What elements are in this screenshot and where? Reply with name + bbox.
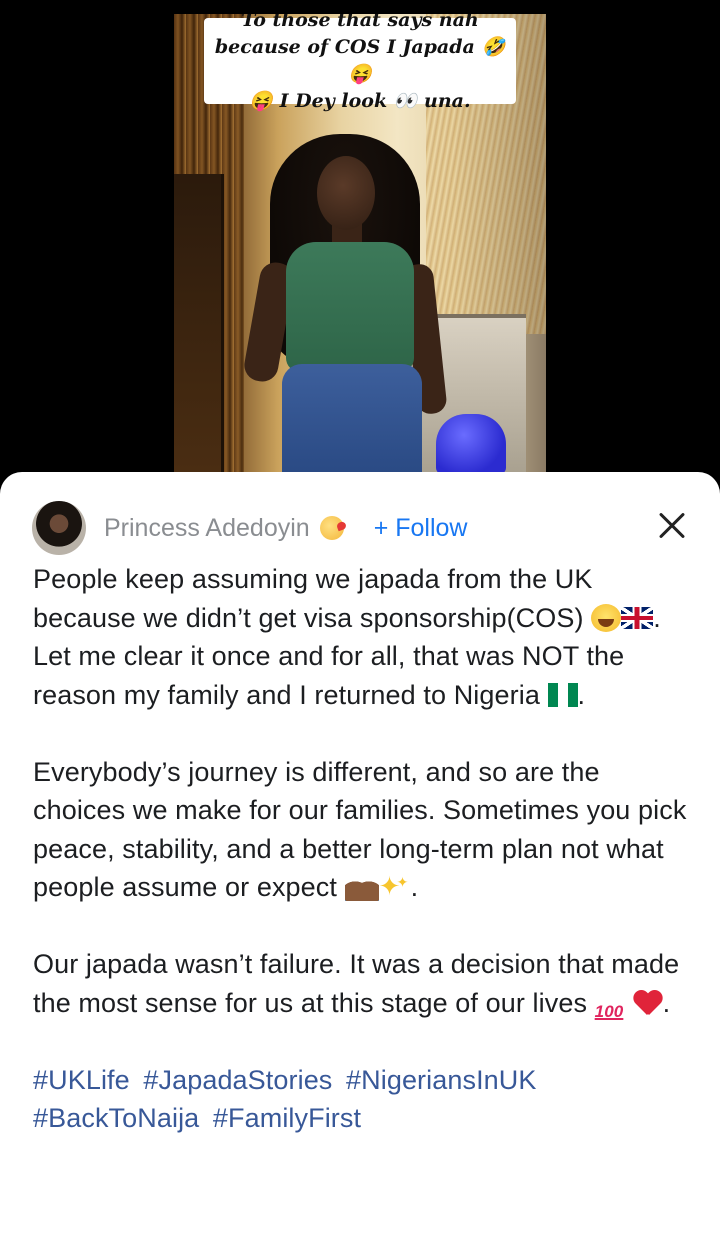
paragraph-3-text-a: Our japada wasn’t failure. It was a deci… <box>33 949 680 1018</box>
hashtag-link[interactable]: #NigeriansInUK <box>346 1065 537 1095</box>
caption-line-1: To those that says nah <box>241 14 479 31</box>
post-paragraph-3: Our japada wasn’t failure. It was a deci… <box>33 945 697 1022</box>
hundred-points-icon: 100 <box>594 1001 624 1021</box>
hashtags: #UKLife #JapadaStories #NigeriansInUK #B… <box>33 1061 697 1138</box>
video-frame[interactable]: To those that says nah because of COS I … <box>174 14 546 472</box>
paragraph-1-text-c: . <box>577 679 586 710</box>
hashtag-link[interactable]: #JapadaStories <box>143 1065 332 1095</box>
video-player[interactable]: To those that says nah because of COS I … <box>0 0 720 500</box>
hashtag-link[interactable]: #FamilyFirst <box>213 1103 361 1133</box>
hashtag-link[interactable]: #UKLife <box>33 1065 130 1095</box>
post-paragraph-1: People keep assuming we japada from the … <box>33 560 697 714</box>
post-text: People keep assuming we japada from the … <box>33 560 697 1138</box>
person-green-top <box>286 242 414 372</box>
praying-hands-icon <box>344 873 379 901</box>
paragraph-3-text-b: . <box>662 987 671 1018</box>
caption-line-2: because of COS I Japada 🤣😝 <box>214 36 506 85</box>
hashtag-link[interactable]: #BackToNaija <box>33 1103 199 1133</box>
follow-button[interactable]: + Follow <box>374 514 468 543</box>
uk-flag-icon <box>621 606 654 629</box>
person-face <box>317 156 375 230</box>
sparkles-icon <box>379 863 411 906</box>
person-jeans <box>282 364 422 472</box>
blue-chair <box>436 414 506 472</box>
author-name-text[interactable]: Princess Adedoyin <box>104 514 310 543</box>
author-name[interactable]: Princess Adedoyin <box>104 514 344 543</box>
close-icon[interactable] <box>652 506 692 546</box>
video-caption: To those that says nah because of COS I … <box>204 14 516 112</box>
post-paragraph-2: Everybody’s journey is different, and so… <box>33 753 697 907</box>
laughing-tears-icon <box>591 603 622 632</box>
caption-line-3: 😝 I Dey look 👀 una. <box>249 90 471 112</box>
post-header: Princess Adedoyin + Follow <box>32 500 692 556</box>
avatar[interactable] <box>32 501 86 555</box>
red-heart-icon <box>633 989 663 1017</box>
nigeria-flag-icon <box>547 682 578 707</box>
kissing-heart-icon <box>319 516 344 540</box>
paragraph-1-text-a: People keep assuming we japada from the … <box>33 564 593 633</box>
paragraph-2-text-b: . <box>410 872 419 902</box>
post-sheet: Princess Adedoyin + Follow People keep a… <box>0 472 720 1242</box>
door-panel <box>174 174 224 472</box>
